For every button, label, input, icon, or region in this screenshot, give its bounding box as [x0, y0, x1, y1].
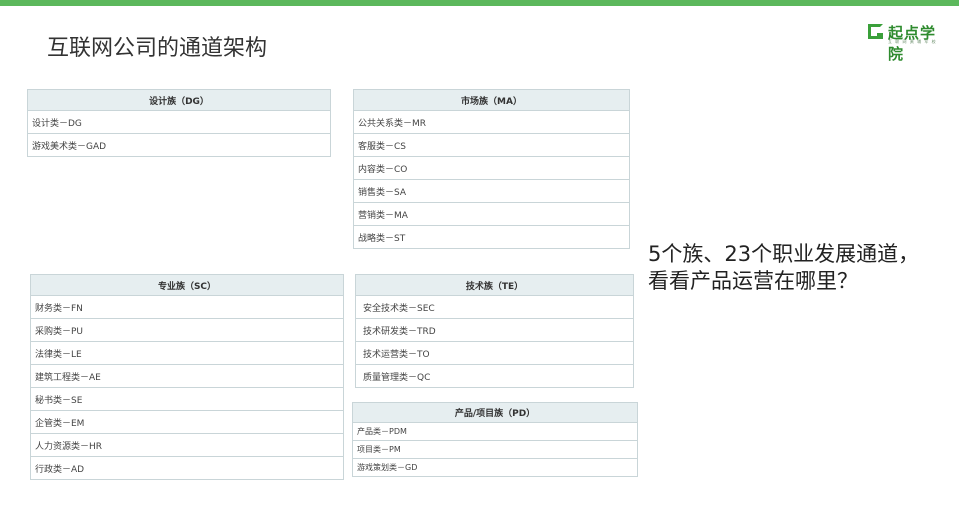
table-row: 销售类－SA: [353, 179, 630, 203]
table-cell: 项目类－PM: [352, 440, 638, 459]
table-cell: 质量管理类－QC: [355, 364, 634, 388]
table-cell: 技术研发类－TRD: [355, 318, 634, 342]
table-row: 行政类－AD: [30, 456, 344, 480]
table-row: 产品类－PDM: [352, 422, 638, 441]
table-technology-family: 技术族（TE） 安全技术类－SEC 技术研发类－TRD 技术运营类－TO 质量管…: [355, 274, 634, 388]
table-row: 技术运营类－TO: [355, 341, 634, 365]
logo-mark-icon: [868, 24, 883, 39]
top-accent-bar: [0, 0, 959, 6]
table-cell: 安全技术类－SEC: [355, 295, 634, 319]
table-cell: 设计类－DG: [27, 110, 331, 134]
table-cell: 战略类－ST: [353, 225, 630, 249]
logo-subtitle: 互 联 网 黄 埔 军 校: [888, 39, 937, 44]
side-note-line: 5个族、23个职业发展通道，: [648, 242, 920, 266]
table-row: 安全技术类－SEC: [355, 295, 634, 319]
table-product-project-family: 产品/项目族（PD） 产品类－PDM 项目类－PM 游戏策划类－GD: [352, 402, 638, 477]
table-cell: 游戏美术类－GAD: [27, 133, 331, 157]
table-row: 战略类－ST: [353, 225, 630, 249]
table-cell: 客服类－CS: [353, 133, 630, 157]
table-market-family: 市场族（MA） 公共关系类－MR 客服类－CS 内容类－CO 销售类－SA 营销…: [353, 89, 630, 249]
table-row: 营销类－MA: [353, 202, 630, 226]
table-row: 技术研发类－TRD: [355, 318, 634, 342]
table-row: 项目类－PM: [352, 440, 638, 459]
table-cell: 财务类－FN: [30, 295, 344, 319]
table-row: 法律类－LE: [30, 341, 344, 365]
table-cell: 内容类－CO: [353, 156, 630, 180]
table-row: 内容类－CO: [353, 156, 630, 180]
table-cell: 销售类－SA: [353, 179, 630, 203]
table-row: 建筑工程类－AE: [30, 364, 344, 388]
table-cell: 采购类－PU: [30, 318, 344, 342]
table-row: 秘书类－SE: [30, 387, 344, 411]
table-cell: 产品类－PDM: [352, 422, 638, 441]
table-row: 游戏策划类－GD: [352, 458, 638, 477]
table-row: 游戏美术类－GAD: [27, 133, 331, 157]
table-cell: 法律类－LE: [30, 341, 344, 365]
table-row: 质量管理类－QC: [355, 364, 634, 388]
side-note: 5个族、23个职业发展通道， 看看产品运营在哪里？: [648, 241, 958, 295]
table-cell: 秘书类－SE: [30, 387, 344, 411]
table-row: 企管类－EM: [30, 410, 344, 434]
table-row: 公共关系类－MR: [353, 110, 630, 134]
table-cell: 技术运营类－TO: [355, 341, 634, 365]
table-cell: 行政类－AD: [30, 456, 344, 480]
table-cell: 游戏策划类－GD: [352, 458, 638, 477]
table-row: 财务类－FN: [30, 295, 344, 319]
table-row: 采购类－PU: [30, 318, 344, 342]
table-cell: 营销类－MA: [353, 202, 630, 226]
table-cell: 建筑工程类－AE: [30, 364, 344, 388]
page-title: 互联网公司的通道架构: [47, 36, 268, 61]
table-design-family: 设计族（DG） 设计类－DG 游戏美术类－GAD: [27, 89, 331, 157]
table-header: 市场族（MA）: [353, 89, 630, 111]
table-header: 产品/项目族（PD）: [352, 402, 638, 423]
side-note-line: 看看产品运营在哪里？: [648, 269, 858, 293]
table-cell: 人力资源类－HR: [30, 433, 344, 457]
table-professional-family: 专业族（SC） 财务类－FN 采购类－PU 法律类－LE 建筑工程类－AE 秘书…: [30, 274, 344, 480]
table-cell: 企管类－EM: [30, 410, 344, 434]
table-row: 设计类－DG: [27, 110, 331, 134]
table-cell: 公共关系类－MR: [353, 110, 630, 134]
table-header: 技术族（TE）: [355, 274, 634, 296]
logo: 起点学院 互 联 网 黄 埔 军 校: [868, 22, 950, 63]
table-row: 人力资源类－HR: [30, 433, 344, 457]
table-header: 设计族（DG）: [27, 89, 331, 111]
table-row: 客服类－CS: [353, 133, 630, 157]
table-header: 专业族（SC）: [30, 274, 344, 296]
